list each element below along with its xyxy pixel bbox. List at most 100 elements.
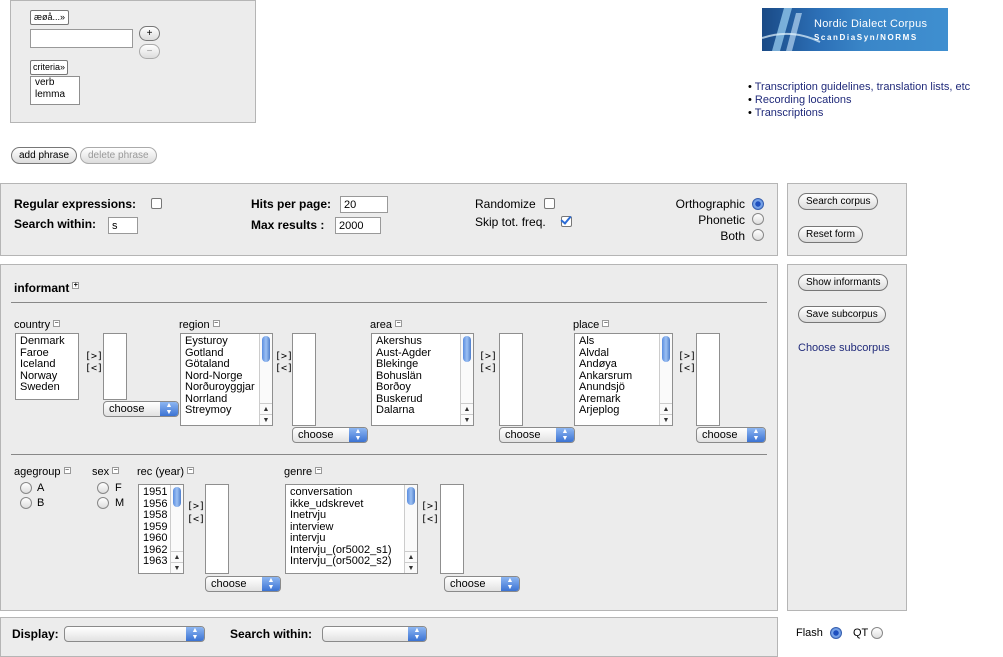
collapse-icon[interactable]: −: [395, 320, 403, 327]
move-left-button[interactable]: [<]: [275, 363, 293, 375]
list-item[interactable]: Andøya: [575, 358, 672, 371]
rec-year-list[interactable]: 1951 1956 1958 1959 1960 1962 1963 ▲ ▼: [138, 484, 184, 574]
list-item[interactable]: Inetrvju: [286, 509, 417, 522]
rec-year-selected-list[interactable]: [205, 484, 229, 574]
add-phrase-button[interactable]: add phrase: [11, 147, 78, 164]
choose-subcorpus-link[interactable]: Choose subcorpus: [798, 342, 890, 354]
move-right-button[interactable]: [>]: [275, 351, 293, 363]
scroll-thumb[interactable]: [662, 336, 670, 362]
both-radio[interactable]: [752, 229, 764, 241]
add-word-button[interactable]: +: [139, 26, 160, 41]
skip-freq-checkbox[interactable]: [561, 216, 572, 227]
sex-f-radio[interactable]: [97, 482, 109, 494]
genre-selected-list[interactable]: [440, 484, 464, 574]
region-choose-select[interactable]: choose ▲ ▼: [292, 427, 368, 443]
scroll-up-icon[interactable]: ▲: [461, 403, 473, 414]
place-choose-select[interactable]: choose ▲ ▼: [696, 427, 766, 443]
sex-m-radio[interactable]: [97, 497, 109, 509]
list-item[interactable]: verb: [31, 77, 79, 89]
place-selected-list[interactable]: [696, 333, 720, 426]
move-right-button[interactable]: [>]: [421, 501, 439, 513]
save-subcorpus-button[interactable]: Save subcorpus: [798, 306, 886, 323]
scroll-down-icon[interactable]: ▼: [461, 414, 473, 425]
max-results-input[interactable]: 2000: [335, 217, 381, 234]
move-left-button[interactable]: [<]: [187, 514, 205, 526]
collapse-icon[interactable]: −: [315, 467, 323, 474]
criteria-list[interactable]: verb lemma: [30, 76, 80, 105]
scrollbar[interactable]: ▲ ▼: [170, 485, 183, 573]
agegroup-b-radio[interactable]: [20, 497, 32, 509]
special-chars-button[interactable]: æøå...»: [30, 10, 70, 25]
region-list[interactable]: Eysturoy Gotland Götaland Nord-Norge Nor…: [180, 333, 273, 426]
scroll-up-icon[interactable]: ▲: [405, 551, 417, 562]
link-transcription-guidelines[interactable]: Transcription guidelines, translation li…: [755, 81, 970, 93]
country-choose-select[interactable]: choose ▲ ▼: [103, 401, 179, 417]
criteria-button[interactable]: criteria»: [30, 60, 69, 75]
scroll-down-icon[interactable]: ▼: [405, 562, 417, 573]
list-item[interactable]: Arjeplog: [575, 404, 672, 417]
place-list[interactable]: Als Alvdal Andøya Ankarsrum Anundsjö Are…: [574, 333, 673, 426]
move-left-button[interactable]: [<]: [85, 363, 103, 375]
scroll-up-icon[interactable]: ▲: [171, 551, 183, 562]
collapse-icon[interactable]: −: [53, 320, 61, 327]
genre-list[interactable]: conversation ikke_udskrevet Inetrvju int…: [285, 484, 418, 574]
list-item[interactable]: Sweden: [16, 381, 78, 394]
list-item[interactable]: lemma: [31, 89, 79, 101]
scrollbar[interactable]: ▲ ▼: [404, 485, 417, 573]
rec-year-choose-select[interactable]: choose ▲ ▼: [205, 576, 281, 592]
search-corpus-button[interactable]: Search corpus: [798, 193, 879, 210]
collapse-icon[interactable]: −: [187, 467, 195, 474]
move-left-button[interactable]: [<]: [479, 363, 497, 375]
search-within-input[interactable]: s: [108, 217, 138, 234]
qt-radio[interactable]: [871, 627, 883, 639]
show-informants-button[interactable]: Show informants: [798, 274, 889, 291]
hits-per-page-input[interactable]: 20: [340, 196, 388, 213]
randomize-checkbox[interactable]: [544, 198, 555, 209]
area-selected-list[interactable]: [499, 333, 523, 426]
list-item[interactable]: Blekinge: [372, 358, 473, 371]
list-item[interactable]: Anundsjö: [575, 381, 672, 394]
list-item[interactable]: Intervju_(or5002_s2): [286, 555, 417, 568]
collapse-icon[interactable]: −: [112, 467, 120, 474]
expand-icon[interactable]: +: [72, 282, 80, 289]
scroll-thumb[interactable]: [407, 487, 415, 505]
scroll-up-icon[interactable]: ▲: [660, 403, 672, 414]
scrollbar[interactable]: ▲ ▼: [259, 334, 272, 425]
list-item[interactable]: Dalarna: [372, 404, 473, 417]
move-left-button[interactable]: [<]: [678, 363, 696, 375]
list-item[interactable]: Denmark: [16, 335, 78, 348]
flash-radio[interactable]: [830, 627, 842, 639]
list-item[interactable]: Iceland: [16, 358, 78, 371]
list-item[interactable]: intervju: [286, 532, 417, 545]
move-right-button[interactable]: [>]: [479, 351, 497, 363]
scrollbar[interactable]: ▲ ▼: [659, 334, 672, 425]
region-selected-list[interactable]: [292, 333, 316, 426]
display-select[interactable]: ▲ ▼: [64, 626, 205, 642]
move-right-button[interactable]: [>]: [187, 501, 205, 513]
scrollbar[interactable]: ▲ ▼: [460, 334, 473, 425]
link-recording-locations[interactable]: Recording locations: [755, 94, 852, 106]
list-item[interactable]: Als: [575, 335, 672, 348]
delete-phrase-button[interactable]: delete phrase: [80, 147, 157, 164]
link-transcriptions[interactable]: Transcriptions: [755, 107, 824, 119]
reset-form-button[interactable]: Reset form: [798, 226, 863, 243]
regex-checkbox[interactable]: [151, 198, 162, 209]
list-item[interactable]: conversation: [286, 486, 417, 499]
area-choose-select[interactable]: choose ▲ ▼: [499, 427, 575, 443]
scroll-up-icon[interactable]: ▲: [260, 403, 272, 414]
agegroup-a-radio[interactable]: [20, 482, 32, 494]
move-right-button[interactable]: [>]: [678, 351, 696, 363]
genre-choose-select[interactable]: choose ▲ ▼: [444, 576, 520, 592]
scroll-thumb[interactable]: [463, 336, 471, 362]
collapse-icon[interactable]: −: [212, 320, 220, 327]
phonetic-radio[interactable]: [752, 213, 764, 225]
scroll-down-icon[interactable]: ▼: [660, 414, 672, 425]
orthographic-radio[interactable]: [752, 198, 764, 210]
move-right-button[interactable]: [>]: [85, 351, 103, 363]
move-left-button[interactable]: [<]: [421, 514, 439, 526]
collapse-icon[interactable]: −: [602, 320, 610, 327]
list-item[interactable]: Borðoy: [372, 381, 473, 394]
scroll-down-icon[interactable]: ▼: [260, 414, 272, 425]
display-search-within-select[interactable]: ▲ ▼: [322, 626, 427, 642]
list-item[interactable]: Akershus: [372, 335, 473, 348]
